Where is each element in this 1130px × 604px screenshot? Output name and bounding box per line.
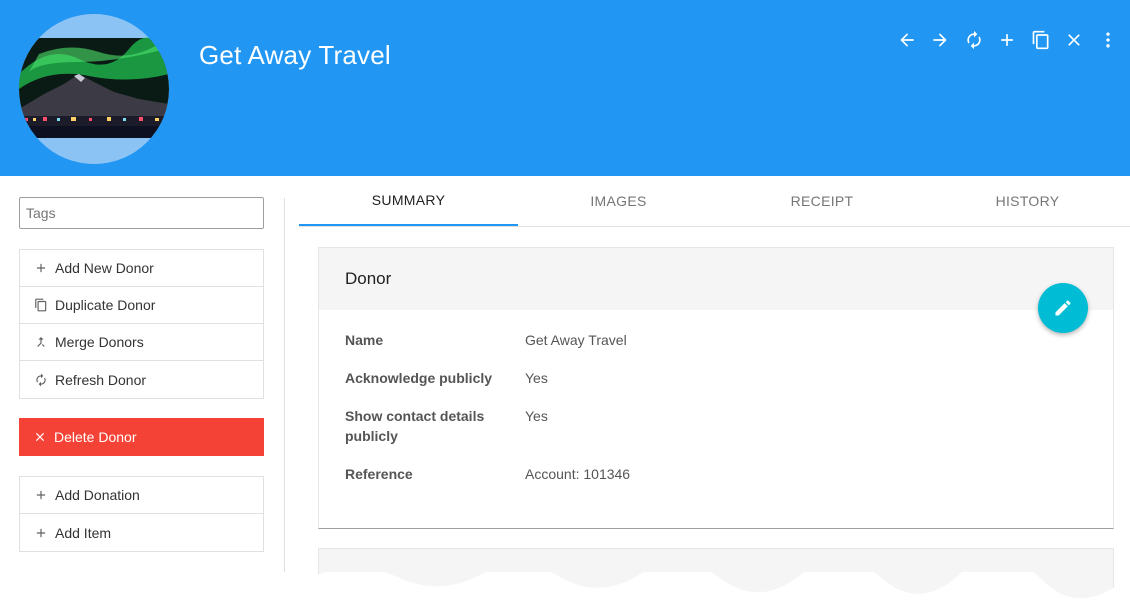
card-title: Donor: [319, 248, 1113, 310]
menu-item-label: Refresh Donor: [55, 371, 147, 388]
copy-icon: [34, 298, 48, 312]
tags-input[interactable]: [19, 197, 264, 229]
pencil-icon: [1055, 300, 1071, 316]
forward-arrow-icon[interactable]: [924, 26, 958, 54]
add-icon: [34, 488, 48, 502]
refresh-icon: [34, 373, 48, 387]
more-vert-icon[interactable]: [1091, 26, 1125, 54]
add-icon[interactable]: [991, 26, 1025, 54]
panel-divider: [284, 198, 285, 572]
refresh-icon[interactable]: [957, 26, 991, 54]
add-item-button[interactable]: Add Item: [20, 514, 263, 551]
donor-avatar: [19, 14, 169, 164]
menu-item-label: Merge Donors: [55, 334, 144, 350]
add-new-donor-button[interactable]: Add New Donor: [20, 250, 263, 287]
merge-donors-button[interactable]: Merge Donors: [20, 324, 263, 361]
tab-history[interactable]: HISTORY: [925, 176, 1130, 226]
add-icon: [34, 526, 48, 540]
donor-card: Donor Name Get Away Travel Acknowledge p…: [318, 247, 1114, 529]
card-body: Name Get Away Travel Acknowledge publicl…: [319, 310, 1113, 484]
close-icon[interactable]: [1058, 26, 1092, 54]
tab-images[interactable]: IMAGES: [518, 176, 719, 226]
copy-icon[interactable]: [1024, 26, 1058, 54]
header-toolbar: [890, 26, 1125, 54]
tab-receipt[interactable]: RECEIPT: [719, 176, 925, 226]
delete-donor-button[interactable]: Delete Donor: [19, 418, 264, 456]
donor-actions-menu: Add New Donor Duplicate Donor Merge Dono…: [19, 249, 264, 399]
edit-donor-button[interactable]: [1038, 283, 1088, 333]
field-label: Show contact details publicly: [345, 408, 485, 444]
detail-tabs: SUMMARY IMAGES RECEIPT HISTORY: [299, 176, 1130, 227]
torn-edge: [0, 572, 1130, 604]
field-row: Name Get Away Travel: [345, 330, 1113, 350]
field-value: Account: 101346: [525, 466, 631, 482]
merge-icon: [34, 335, 48, 349]
menu-item-label: Add Donation: [55, 487, 140, 503]
back-arrow-icon[interactable]: [890, 26, 924, 54]
field-value: Yes: [525, 408, 548, 424]
add-donation-button[interactable]: Add Donation: [20, 477, 263, 514]
field-label: Name: [345, 332, 384, 348]
field-row: Reference Account: 101346: [345, 464, 1113, 484]
left-panel: Add New Donor Duplicate Donor Merge Dono…: [0, 176, 298, 604]
page-title: Get Away Travel: [199, 40, 391, 70]
donation-actions-menu: Add Donation Add Item: [19, 476, 264, 552]
duplicate-donor-button[interactable]: Duplicate Donor: [20, 287, 263, 324]
field-label: Acknowledge publicly: [345, 370, 493, 386]
refresh-donor-button[interactable]: Refresh Donor: [20, 361, 263, 398]
menu-item-label: Add Item: [55, 524, 112, 541]
add-icon: [34, 261, 48, 275]
tab-summary[interactable]: SUMMARY: [299, 176, 518, 226]
field-value: Yes: [525, 370, 548, 386]
field-row: Acknowledge publicly Yes: [345, 368, 1113, 388]
donor-header: Get Away Travel: [0, 0, 1130, 176]
field-value: Get Away Travel: [525, 332, 627, 348]
delete-label: Delete Donor: [54, 429, 137, 445]
menu-item-label: Add New Donor: [55, 260, 154, 276]
field-row: Show contact details publicly Yes: [345, 406, 1113, 446]
field-label: Reference: [345, 466, 413, 482]
close-icon: [33, 430, 47, 444]
menu-item-label: Duplicate Donor: [55, 297, 156, 313]
